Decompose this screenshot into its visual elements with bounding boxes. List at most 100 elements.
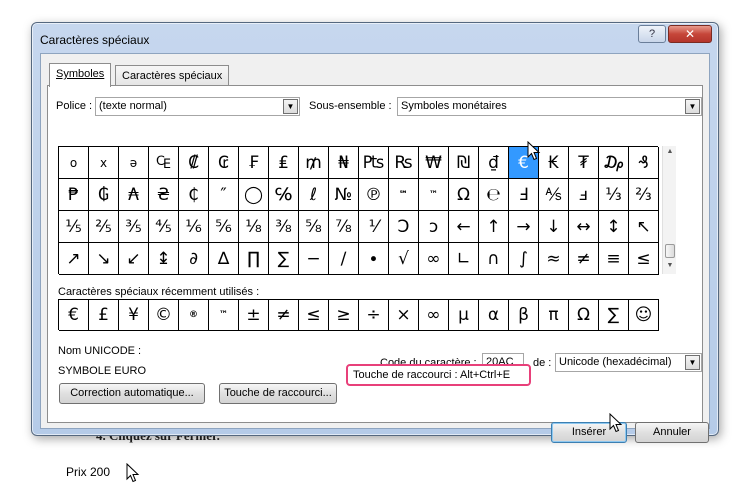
symbol-cell[interactable]: ≠ — [569, 243, 599, 275]
recent-symbol-cell[interactable]: ® — [179, 300, 209, 331]
symbol-cell[interactable]: ↔ — [569, 211, 599, 243]
symbol-cell[interactable]: ⅟ — [359, 211, 389, 243]
symbol-cell[interactable]: № — [329, 179, 359, 211]
symbol-cell[interactable]: ≡ — [599, 243, 629, 275]
symbol-cell[interactable]: ⅜ — [269, 211, 299, 243]
font-select[interactable]: (texte normal) ▼ — [95, 97, 300, 116]
symbol-cell[interactable]: √ — [389, 243, 419, 275]
recent-symbol-cell[interactable]: € — [59, 300, 89, 331]
recent-symbol-cell[interactable]: £ — [89, 300, 119, 331]
recent-symbol-cell[interactable]: ≠ — [269, 300, 299, 331]
scroll-up-icon[interactable]: ▲ — [665, 148, 675, 158]
symbol-cell[interactable]: ₧ — [359, 147, 389, 179]
symbol-cell[interactable]: ∟ — [449, 243, 479, 275]
symbol-cell[interactable]: ₨ — [389, 147, 419, 179]
symbol-cell[interactable]: ₴ — [149, 179, 179, 211]
symbol-cell[interactable]: ↓ — [539, 211, 569, 243]
symbol-cell[interactable]: ⅕ — [59, 211, 89, 243]
symbol-cell[interactable]: ⅓ — [599, 179, 629, 211]
symbol-cell[interactable]: ″ — [209, 179, 239, 211]
cancel-button[interactable]: Annuler — [635, 422, 709, 443]
symbol-cell[interactable]: ∩ — [479, 243, 509, 275]
symbol-cell[interactable]: ∑ — [269, 243, 299, 275]
symbol-cell[interactable]: ↙ — [119, 243, 149, 275]
symbol-cell[interactable]: ℅ — [269, 179, 299, 211]
recent-symbol-cell[interactable]: β — [509, 300, 539, 331]
symbol-cell[interactable]: ℓ — [299, 179, 329, 211]
recent-symbol-cell[interactable]: µ — [449, 300, 479, 331]
symbol-cell[interactable]: ↑ — [479, 211, 509, 243]
symbol-cell[interactable]: ∙ — [359, 243, 389, 275]
code-from-select[interactable]: Unicode (hexadécimal) ▼ — [555, 353, 702, 372]
shortcut-key-button[interactable]: Touche de raccourci... — [219, 383, 337, 404]
symbol-cell[interactable]: ↘ — [89, 243, 119, 275]
recent-symbol-cell[interactable]: π — [539, 300, 569, 331]
symbol-cell[interactable]: ∏ — [239, 243, 269, 275]
symbol-cell[interactable]: ∫ — [509, 243, 539, 275]
recent-symbol-cell[interactable]: © — [149, 300, 179, 331]
recent-symbol-cell[interactable]: ≤ — [299, 300, 329, 331]
symbol-cell[interactable]: o — [59, 147, 89, 179]
symbol-cell[interactable]: ∞ — [419, 243, 449, 275]
symbol-cell[interactable]: ₡ — [179, 147, 209, 179]
symbol-cell[interactable]: ₵ — [179, 179, 209, 211]
symbol-cell[interactable]: ₳ — [119, 179, 149, 211]
symbol-cell[interactable]: ≈ — [539, 243, 569, 275]
recent-symbol-cell[interactable]: ± — [239, 300, 269, 331]
symbol-cell[interactable]: ↕ — [599, 211, 629, 243]
symbol-cell[interactable]: ₪ — [449, 147, 479, 179]
recent-symbol-cell[interactable]: ∞ — [419, 300, 449, 331]
symbol-cell[interactable]: ⅞ — [329, 211, 359, 243]
autocorrect-button[interactable]: Correction automatique... — [59, 383, 205, 404]
help-button[interactable]: ? — [638, 25, 666, 43]
recent-symbol-cell[interactable]: α — [479, 300, 509, 331]
symbol-cell[interactable]: ℠ — [389, 179, 419, 211]
symbol-cell[interactable]: ⅚ — [209, 211, 239, 243]
tab-symboles[interactable]: Symboles — [49, 63, 112, 87]
symbol-cell[interactable]: ₠ — [149, 147, 179, 179]
symbol-cell[interactable]: ₫ — [479, 147, 509, 179]
symbol-cell[interactable]: ← — [449, 211, 479, 243]
symbol-cell[interactable]: ⅎ — [569, 179, 599, 211]
symbol-cell[interactable]: ⅝ — [299, 211, 329, 243]
symbol-cell[interactable]: ™ — [419, 179, 449, 211]
symbol-cell[interactable]: → — [509, 211, 539, 243]
symbol-cell[interactable]: ₱ — [59, 179, 89, 211]
recent-symbol-cell[interactable]: ☺ — [629, 300, 659, 331]
symbol-cell[interactable]: ∆ — [209, 243, 239, 275]
symbol-cell[interactable]: ₮ — [569, 147, 599, 179]
recent-symbol-cell[interactable]: Ω — [569, 300, 599, 331]
symbol-cell[interactable]: ⅖ — [89, 211, 119, 243]
chevron-down-icon[interactable]: ▼ — [685, 355, 700, 370]
symbol-cell[interactable]: Ↄ — [389, 211, 419, 243]
subset-select[interactable]: Symboles monétaires ▼ — [397, 97, 702, 116]
symbol-cell[interactable]: x — [89, 147, 119, 179]
symbol-cell[interactable]: ⅔ — [629, 179, 659, 211]
symbol-cell[interactable]: ⅘ — [149, 211, 179, 243]
recent-symbol-cell[interactable]: × — [389, 300, 419, 331]
tab-caracteres-speciaux[interactable]: Caractères spéciaux — [115, 65, 230, 87]
recent-symbol-cell[interactable]: ≥ — [329, 300, 359, 331]
symbol-cell[interactable]: ℮ — [479, 179, 509, 211]
symbol-cell[interactable]: ₦ — [329, 147, 359, 179]
symbol-grid-scrollbar[interactable]: ▲ ▼ — [662, 146, 676, 274]
symbol-cell[interactable]: ₢ — [209, 147, 239, 179]
scroll-down-icon[interactable]: ▼ — [665, 262, 675, 272]
symbol-cell[interactable]: ₯ — [599, 147, 629, 179]
close-button[interactable]: ✕ — [668, 25, 712, 43]
symbol-cell[interactable]: ↨ — [149, 243, 179, 275]
symbol-cell[interactable]: ₤ — [269, 147, 299, 179]
symbol-cell[interactable]: Ω — [449, 179, 479, 211]
symbol-cell[interactable]: ⅗ — [119, 211, 149, 243]
chevron-down-icon[interactable]: ▼ — [685, 99, 700, 114]
symbol-cell[interactable]: ↖ — [629, 211, 659, 243]
symbol-cell[interactable]: ⅙ — [179, 211, 209, 243]
symbol-cell[interactable]: ≤ — [629, 243, 659, 275]
symbol-cell[interactable]: ₰ — [629, 147, 659, 179]
symbol-cell[interactable]: ₥ — [299, 147, 329, 179]
chevron-down-icon[interactable]: ▼ — [283, 99, 298, 114]
symbol-cell[interactable]: ə — [119, 147, 149, 179]
recent-symbol-cell[interactable]: ∑ — [599, 300, 629, 331]
recent-symbol-cell[interactable]: ¥ — [119, 300, 149, 331]
symbol-cell[interactable]: ◯ — [239, 179, 269, 211]
